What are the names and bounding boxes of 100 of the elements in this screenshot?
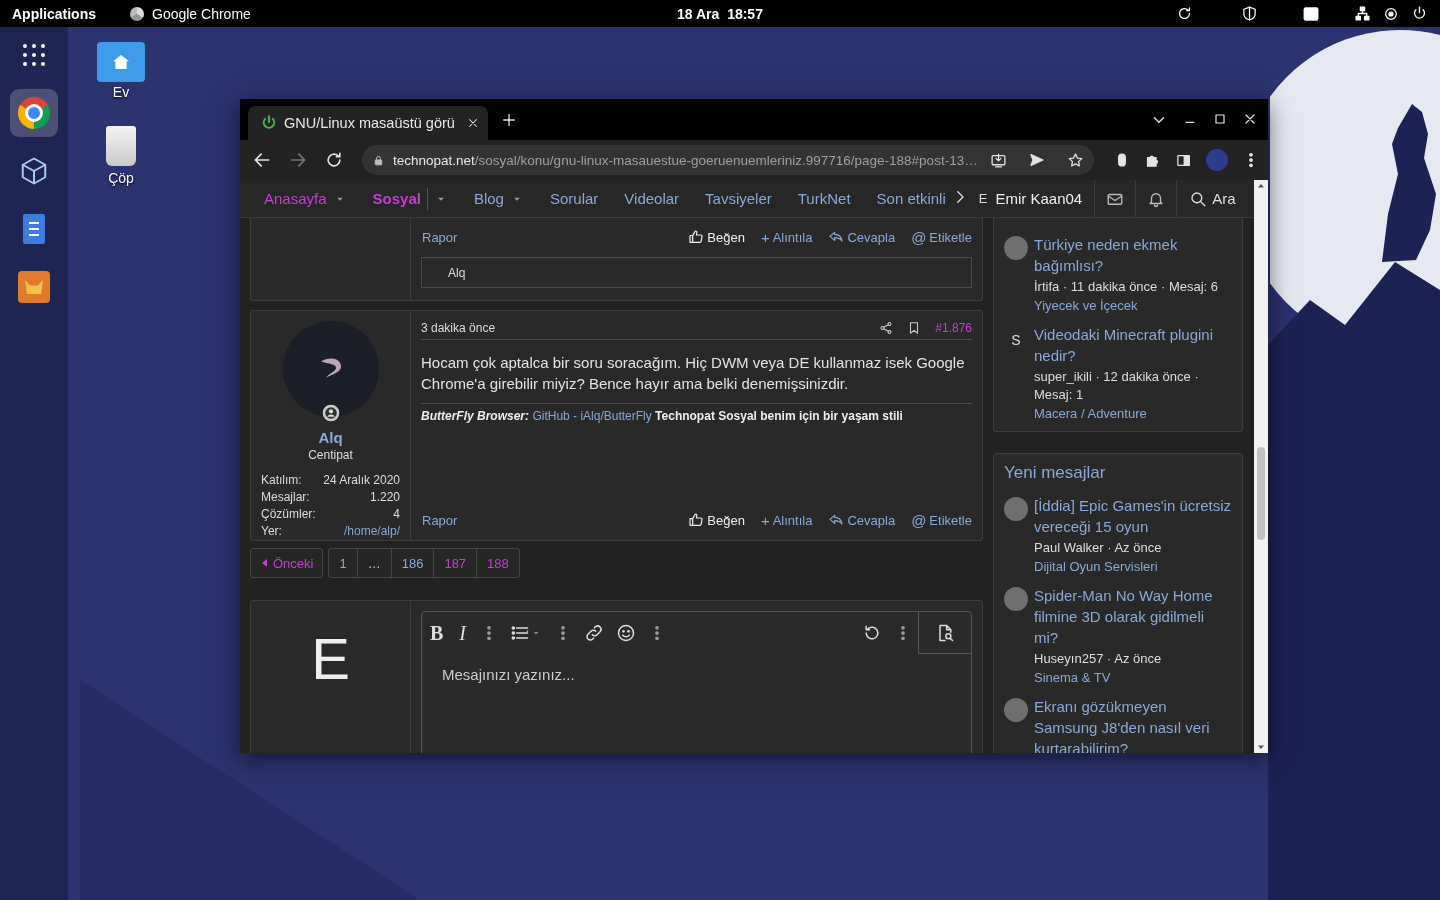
avatar-photo	[1004, 236, 1028, 260]
reload-icon[interactable]	[324, 150, 344, 170]
nav-tab[interactable]: Son etkinli	[863, 180, 959, 218]
star-icon[interactable]	[1067, 151, 1084, 169]
search-button[interactable]: Ara	[1177, 189, 1254, 208]
account-menu[interactable]: E Emir Kaan04	[968, 190, 1095, 207]
quote-button[interactable]: + Alıntıla	[760, 228, 813, 246]
apps-grid-icon	[23, 44, 45, 66]
address-bar[interactable]: technopat.net/sosyal/konu/gnu-linux-masauestue-goeruenuemleriniz.997716/page-188#post-13…	[362, 145, 1094, 175]
install-icon[interactable]	[990, 151, 1007, 169]
scrollbar-thumb[interactable]	[1257, 447, 1265, 540]
post-text: Hocam çok aptalca bir soru soracağım. Hiç DWM veya DE kullanmaz isek Google Chrome'a girebilir miyiz? Bence hayır ama belki denemişsinizdir.	[421, 352, 972, 404]
page-gap: …	[356, 549, 391, 577]
forum-link[interactable]: Macera / Adventure	[1034, 404, 1232, 423]
shield-icon[interactable]	[1241, 5, 1258, 22]
forum-link[interactable]: Yiyecek ve İçecek	[1034, 296, 1232, 315]
app-menu[interactable]: Google Chrome	[130, 5, 251, 22]
emoji-icon[interactable]	[616, 623, 636, 643]
back-icon[interactable]	[252, 150, 272, 170]
nav-tab[interactable]: Blog	[460, 180, 537, 218]
thread-link[interactable]: Spider-Man No Way Home filmine 3D olarak gidilmeli mi?	[1034, 585, 1232, 648]
thumbs-up-icon	[688, 229, 705, 245]
nav-tab[interactable]: Sorular	[536, 180, 612, 218]
lock-icon	[372, 153, 385, 167]
power-icon[interactable]	[1411, 5, 1428, 22]
user-avatar: S	[1010, 331, 1022, 350]
mention-button[interactable]: @ Etiketle	[911, 228, 972, 246]
thumbs-up-icon	[688, 512, 705, 528]
stat-label: Mesajlar:	[261, 489, 310, 506]
network-icon[interactable]	[1354, 5, 1371, 22]
report-link[interactable]: Rapor	[422, 512, 458, 528]
page-link[interactable]: 187	[433, 549, 477, 577]
browser-tab[interactable]: GNU/Linux masaüstü görü	[248, 106, 488, 140]
forum-link[interactable]: Sinema & TV	[1034, 668, 1232, 687]
user-title: Centipat	[308, 448, 353, 462]
page-link[interactable]: 1	[329, 549, 357, 577]
signature-text: ButterFly Browser: GitHub - iAlq/ButterFly Technopat Sosyal benim için bir yaşam stili	[421, 408, 904, 424]
desktop-icon-label[interactable]: Ev	[112, 84, 130, 100]
thread-meta: Paul Walker · Az önce	[1034, 539, 1163, 557]
reply-button[interactable]: Cevapla	[828, 228, 896, 246]
post-time: 3 dakika önce	[421, 321, 496, 335]
close-tab-icon[interactable]	[466, 116, 480, 130]
italic-button[interactable]: I	[451, 612, 474, 654]
username-link[interactable]: Alq	[318, 429, 343, 446]
notes-icon	[23, 214, 45, 244]
page-link[interactable]: 188	[476, 549, 519, 577]
undo-icon[interactable]	[862, 623, 882, 643]
avatar-photo	[1004, 587, 1028, 611]
nav-tab[interactable]: Videolar	[611, 180, 693, 218]
avatar-photo	[1004, 698, 1028, 722]
dock-item[interactable]	[10, 89, 58, 137]
message-editor[interactable]: B I Mesajınızı yazınız...	[421, 611, 972, 753]
stat-label: Yer:	[261, 523, 282, 540]
reply-button[interactable]: Cevapla	[828, 511, 896, 529]
thread-link[interactable]: Videodaki Minecraft plugini nedir?	[1034, 324, 1232, 366]
clock[interactable]: 18 Ara 18:57	[677, 5, 763, 22]
page-link[interactable]: 186	[390, 549, 434, 577]
applications-menu[interactable]: Applications	[12, 5, 96, 22]
nav-tab[interactable]: Anasayfa	[251, 180, 360, 218]
send-icon[interactable]	[1029, 152, 1045, 168]
thread-meta: Huseyın257 · Az önce	[1034, 650, 1163, 668]
game-icon	[18, 271, 50, 303]
user-avatar: E	[311, 627, 350, 693]
caret-icon	[262, 559, 268, 567]
user-badge-icon	[320, 403, 341, 423]
reactions-bar[interactable]: Alq	[421, 257, 972, 288]
stat-value: 1.220	[369, 489, 400, 506]
location-link[interactable]: /home/alp/	[343, 523, 400, 540]
mention-button[interactable]: @ Etiketle	[911, 511, 972, 529]
scrollbar[interactable]	[1254, 180, 1268, 753]
quote-button[interactable]: + Alıntıla	[760, 511, 813, 529]
like-button[interactable]: Beğen	[688, 511, 745, 529]
disc-icon[interactable]	[1383, 5, 1399, 22]
github-link[interactable]: GitHub - iAlq/ButterFly	[532, 409, 652, 423]
post-number-link[interactable]: #1.876	[935, 321, 972, 335]
home-folder-icon[interactable]	[97, 42, 145, 82]
report-link[interactable]: Rapor	[422, 229, 458, 245]
link-icon[interactable]	[584, 623, 604, 643]
power-icon	[260, 114, 278, 132]
forum-link[interactable]: Dijital Oyun Servisleri	[1034, 557, 1232, 576]
previous-page-button[interactable]: Önceki	[250, 548, 324, 578]
stat-label: Çözümler:	[261, 506, 316, 523]
bold-button[interactable]: B	[422, 612, 452, 654]
cube-icon	[19, 156, 49, 186]
share-icon[interactable]	[879, 321, 894, 335]
nav-tab[interactable]: TurkNet	[784, 180, 864, 218]
screen-icon[interactable]	[1302, 4, 1320, 23]
chrome-icon	[18, 97, 50, 129]
refresh-icon[interactable]	[1176, 5, 1193, 22]
nav-tab[interactable]: Tavsiyeler	[692, 180, 785, 218]
like-button[interactable]: Beğen	[688, 228, 745, 246]
avatar-photo	[1004, 497, 1028, 521]
nav-tab[interactable]: Sosyal	[359, 180, 461, 218]
desktop-icon-label[interactable]: Çöp	[108, 170, 134, 186]
chrome-icon	[130, 6, 144, 21]
panel-title: Yeni mesajlar	[1004, 462, 1107, 484]
thread-link[interactable]: Türkiye neden ekmek bağımlısı?	[1034, 234, 1232, 276]
list-icon[interactable]	[510, 623, 530, 643]
search-icon	[1189, 189, 1208, 208]
thread-link[interactable]: [İddia] Epic Games'in ücretsiz vereceği 15 oyun	[1034, 495, 1232, 537]
